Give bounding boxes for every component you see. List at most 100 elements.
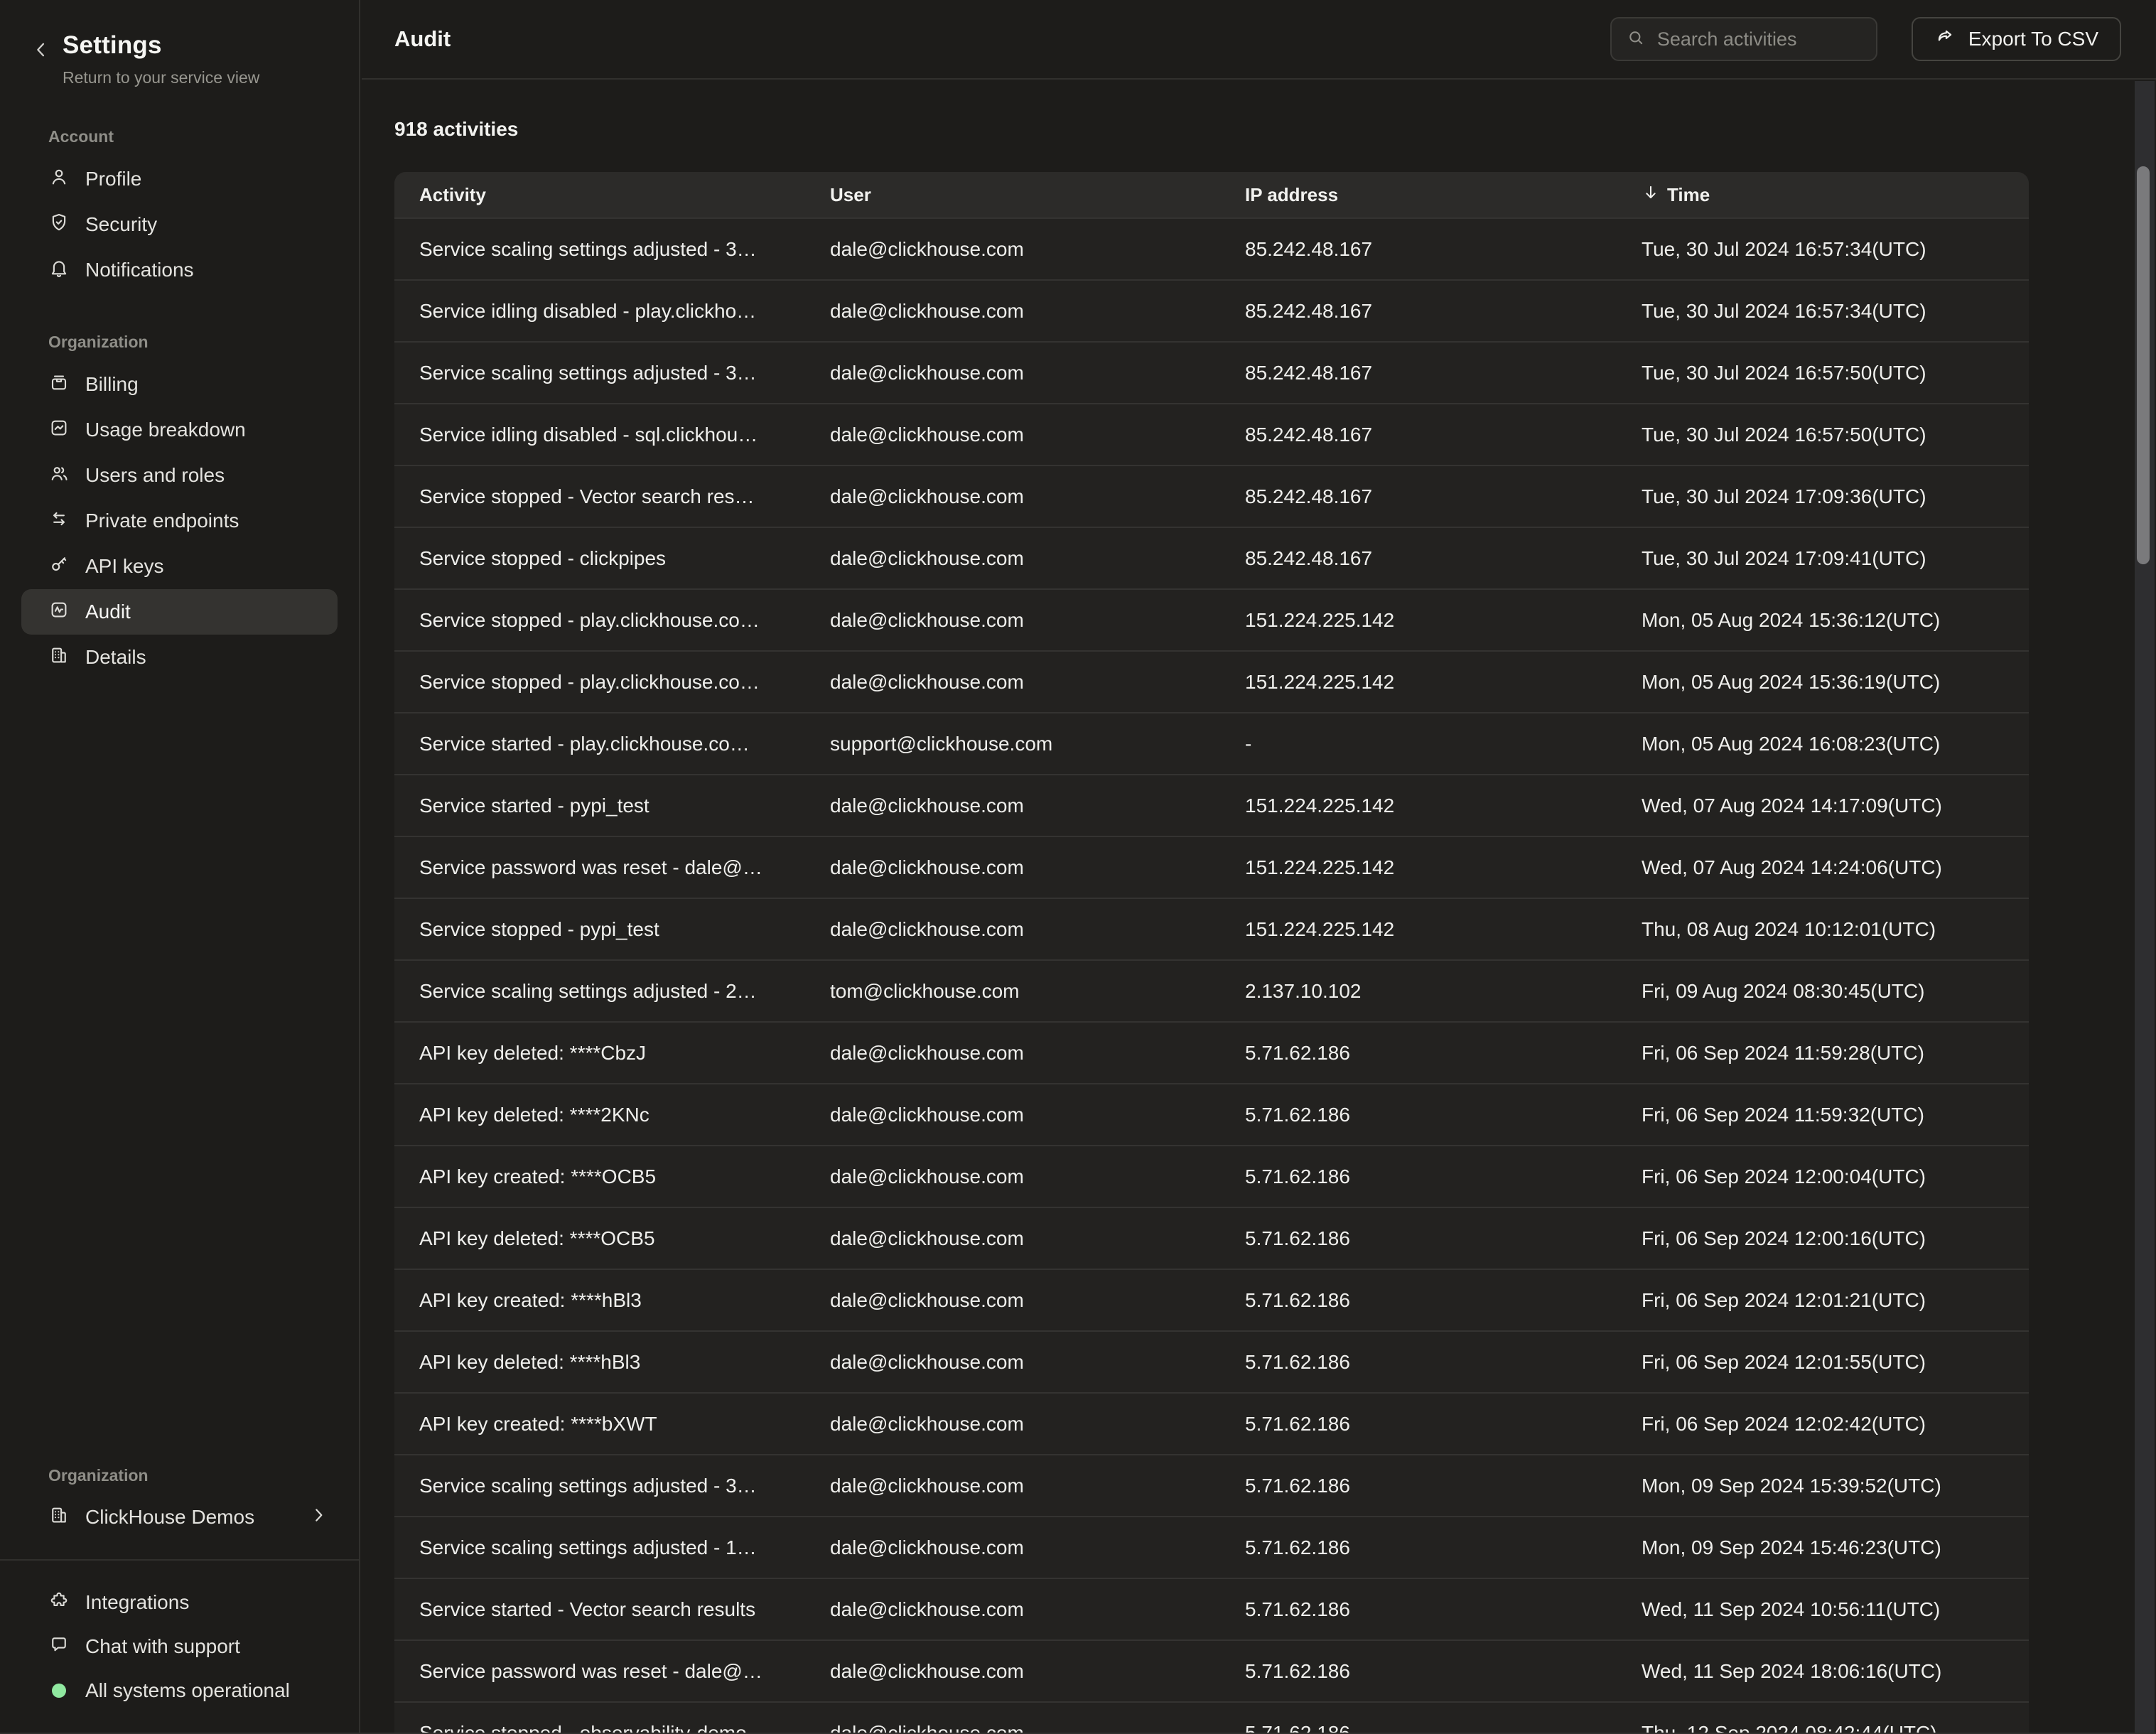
table-cell-user: dale@clickhouse.com: [830, 1536, 1245, 1559]
sidebar-item-details[interactable]: Details: [21, 635, 338, 680]
table-cell-activity: API key created: ****OCB5: [394, 1165, 830, 1188]
sidebar-item-audit[interactable]: Audit: [21, 589, 338, 635]
sidebar-item-notifications[interactable]: Notifications: [21, 247, 338, 293]
table-row[interactable]: Service stopped - play.clickhouse.co…dal…: [394, 588, 2029, 650]
table-cell-user: dale@clickhouse.com: [830, 238, 1245, 261]
sidebar-item-profile[interactable]: Profile: [21, 156, 338, 202]
table-cell-ip: 5.71.62.186: [1245, 1413, 1642, 1436]
export-icon: [1934, 26, 1956, 53]
table-cell-activity: API key deleted: ****hBl3: [394, 1351, 830, 1374]
table-cell-user: dale@clickhouse.com: [830, 362, 1245, 384]
users-icon: [48, 463, 70, 489]
table-cell-ip: 5.71.62.186: [1245, 1536, 1642, 1559]
search-box[interactable]: [1610, 17, 1877, 61]
audit-main: 918 activities Activity User IP address …: [362, 81, 2156, 1734]
table-cell-time: Wed, 11 Sep 2024 18:06:16(UTC): [1642, 1660, 2029, 1683]
table-row[interactable]: Service stopped - pypi_testdale@clickhou…: [394, 898, 2029, 959]
table-row[interactable]: API key created: ****bXWTdale@clickhouse…: [394, 1392, 2029, 1454]
puzzle-icon: [48, 1590, 70, 1616]
table-cell-ip: 85.242.48.167: [1245, 362, 1642, 384]
table-cell-time: Tue, 30 Jul 2024 17:09:41(UTC): [1642, 547, 2029, 570]
table-row[interactable]: API key created: ****hBl3dale@clickhouse…: [394, 1269, 2029, 1330]
table-row[interactable]: Service started - play.clickhouse.co…sup…: [394, 712, 2029, 774]
sidebar-item-label: Profile: [85, 168, 141, 190]
sidebar-item-users-and-roles[interactable]: Users and roles: [21, 453, 338, 498]
column-header-ip[interactable]: IP address: [1245, 184, 1642, 206]
table-row[interactable]: Service scaling settings adjusted - 3…da…: [394, 341, 2029, 403]
table-row[interactable]: Service password was reset - dale@…dale@…: [394, 1639, 2029, 1701]
table-row[interactable]: Service stopped - Vector search res…dale…: [394, 465, 2029, 527]
export-csv-button[interactable]: Export To CSV: [1912, 17, 2121, 61]
table-row[interactable]: Service stopped - play.clickhouse.co…dal…: [394, 650, 2029, 712]
table-cell-activity: Service stopped - clickpipes: [394, 547, 830, 570]
table-row[interactable]: Service scaling settings adjusted - 1…da…: [394, 1516, 2029, 1578]
table-row[interactable]: Service stopped - observability-demodale…: [394, 1701, 2029, 1734]
table-cell-activity: API key created: ****bXWT: [394, 1413, 830, 1436]
audit-table: Activity User IP address Time Service sc…: [394, 172, 2029, 1734]
table-cell-activity: Service started - pypi_test: [394, 795, 830, 817]
column-header-user[interactable]: User: [830, 184, 1245, 206]
org-switcher[interactable]: ClickHouse Demos: [21, 1495, 338, 1539]
table-row[interactable]: Service started - pypi_testdale@clickhou…: [394, 774, 2029, 836]
table-cell-user: dale@clickhouse.com: [830, 1042, 1245, 1065]
table-cell-ip: 85.242.48.167: [1245, 238, 1642, 261]
sidebar-item-private-endpoints[interactable]: Private endpoints: [21, 498, 338, 544]
table-row[interactable]: Service idling disabled - play.clickho…d…: [394, 279, 2029, 341]
back-chevron-icon[interactable]: [31, 40, 51, 63]
table-cell-time: Fri, 06 Sep 2024 12:00:16(UTC): [1642, 1227, 2029, 1250]
table-cell-time: Tue, 30 Jul 2024 16:57:34(UTC): [1642, 238, 2029, 261]
table-row[interactable]: Service scaling settings adjusted - 3…da…: [394, 1454, 2029, 1516]
table-row[interactable]: API key created: ****OCB5dale@clickhouse…: [394, 1145, 2029, 1207]
sidebar-item-api-keys[interactable]: API keys: [21, 544, 338, 589]
table-row[interactable]: Service started - Vector search resultsd…: [394, 1578, 2029, 1639]
table-cell-user: dale@clickhouse.com: [830, 1413, 1245, 1436]
column-header-time[interactable]: Time: [1642, 183, 2029, 207]
table-cell-ip: 151.224.225.142: [1245, 795, 1642, 817]
sidebar-item-billing[interactable]: Billing: [21, 362, 338, 407]
table-row[interactable]: Service scaling settings adjusted - 3…da…: [394, 217, 2029, 279]
status-dot-icon: [52, 1684, 66, 1698]
table-row[interactable]: API key deleted: ****2KNcdale@clickhouse…: [394, 1083, 2029, 1145]
table-cell-ip: 5.71.62.186: [1245, 1351, 1642, 1374]
table-cell-ip: 85.242.48.167: [1245, 547, 1642, 570]
table-cell-user: dale@clickhouse.com: [830, 1660, 1245, 1683]
table-row[interactable]: Service stopped - clickpipesdale@clickho…: [394, 527, 2029, 588]
table-row[interactable]: API key deleted: ****hBl3dale@clickhouse…: [394, 1330, 2029, 1392]
sidebar-item-chat-support[interactable]: Chat with support: [21, 1625, 338, 1669]
table-cell-activity: API key deleted: ****2KNc: [394, 1104, 830, 1126]
sidebar-item-label: Chat with support: [85, 1635, 240, 1658]
column-header-activity[interactable]: Activity: [394, 184, 830, 206]
table-row[interactable]: API key deleted: ****OCB5dale@clickhouse…: [394, 1207, 2029, 1269]
table-cell-user: dale@clickhouse.com: [830, 795, 1245, 817]
table-row[interactable]: Service scaling settings adjusted - 2…to…: [394, 959, 2029, 1021]
sidebar-item-usage-breakdown[interactable]: Usage breakdown: [21, 407, 338, 453]
sidebar-item-label: Private endpoints: [85, 510, 239, 532]
table-cell-time: Tue, 30 Jul 2024 16:57:50(UTC): [1642, 362, 2029, 384]
table-cell-ip: -: [1245, 733, 1642, 755]
table-cell-ip: 5.71.62.186: [1245, 1660, 1642, 1683]
table-cell-user: dale@clickhouse.com: [830, 1104, 1245, 1126]
table-row[interactable]: Service idling disabled - sql.clickhou…d…: [394, 403, 2029, 465]
status-label: All systems operational: [85, 1679, 290, 1702]
table-cell-user: dale@clickhouse.com: [830, 1598, 1245, 1621]
return-link[interactable]: Return to your service view: [63, 68, 259, 87]
table-cell-activity: Service scaling settings adjusted - 1…: [394, 1536, 830, 1559]
table-cell-activity: Service stopped - Vector search res…: [394, 485, 830, 508]
system-status[interactable]: All systems operational: [21, 1669, 338, 1713]
table-cell-user: dale@clickhouse.com: [830, 609, 1245, 632]
building-icon: [48, 645, 70, 671]
table-cell-ip: 151.224.225.142: [1245, 856, 1642, 879]
table-cell-time: Fri, 06 Sep 2024 12:02:42(UTC): [1642, 1413, 2029, 1436]
table-row[interactable]: Service password was reset - dale@…dale@…: [394, 836, 2029, 898]
sidebar-item-security[interactable]: Security: [21, 202, 338, 247]
search-input[interactable]: [1657, 28, 1909, 50]
arrows-icon: [48, 508, 70, 534]
scrollbar-thumb[interactable]: [2137, 166, 2150, 564]
table-row[interactable]: API key deleted: ****CbzJdale@clickhouse…: [394, 1021, 2029, 1083]
key-icon: [48, 554, 70, 580]
section-label-organization-bottom: Organization: [48, 1466, 359, 1485]
sidebar-item-integrations[interactable]: Integrations: [21, 1580, 338, 1625]
table-cell-ip: 5.71.62.186: [1245, 1104, 1642, 1126]
table-cell-activity: Service scaling settings adjusted - 3…: [394, 238, 830, 261]
scrollbar-track[interactable]: [2135, 81, 2155, 1733]
